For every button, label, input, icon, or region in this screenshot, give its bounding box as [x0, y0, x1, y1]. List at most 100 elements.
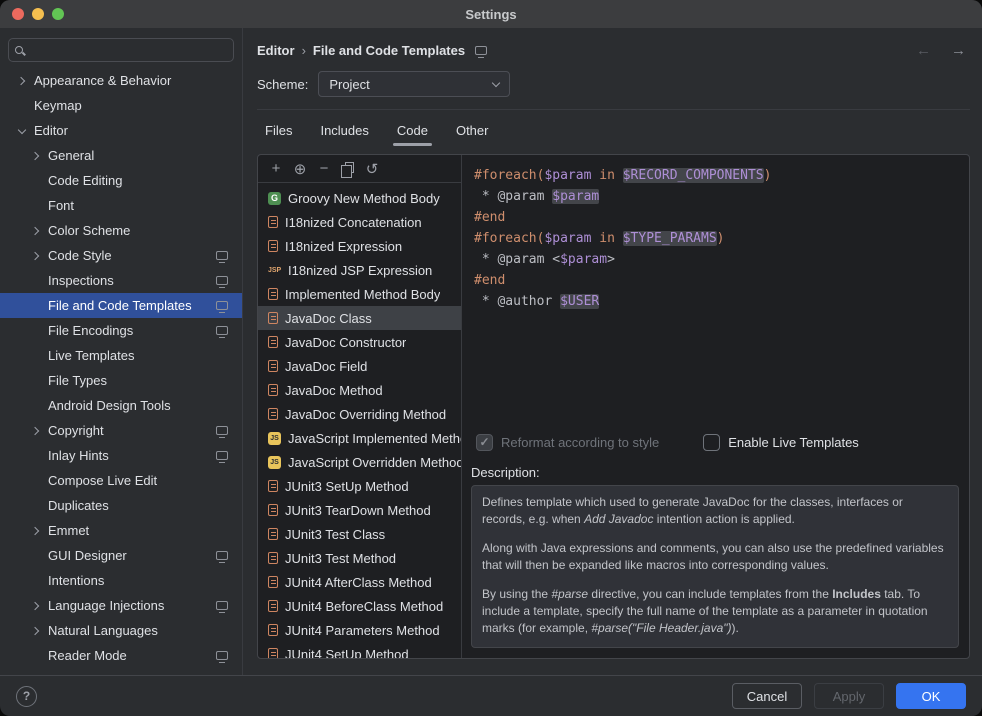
sidebar-item-code-style[interactable]: Code Style: [0, 243, 242, 268]
chevron-right-icon[interactable]: [28, 223, 44, 239]
list-item[interactable]: JavaDoc Method: [258, 378, 461, 402]
chevron-right-icon[interactable]: [14, 73, 30, 89]
description-panel[interactable]: Defines template which used to generate …: [471, 485, 959, 648]
tab-code[interactable]: Code: [395, 116, 430, 145]
sidebar-item-live-templates[interactable]: Live Templates: [0, 343, 242, 368]
sidebar-item-inspections[interactable]: Inspections: [0, 268, 242, 293]
sidebar-item-intentions[interactable]: Intentions: [0, 568, 242, 593]
zoom-window-button[interactable]: [52, 8, 64, 20]
enable-live-templates-checkbox[interactable]: Enable Live Templates: [703, 434, 859, 451]
sidebar-item-copyright[interactable]: Copyright: [0, 418, 242, 443]
template-icon: [268, 336, 278, 348]
ok-button[interactable]: OK: [896, 683, 966, 709]
scheme-row: Scheme: Project: [257, 71, 970, 110]
list-item[interactable]: JavaDoc Field: [258, 354, 461, 378]
list-item[interactable]: JavaDoc Constructor: [258, 330, 461, 354]
settings-search-box[interactable]: [8, 38, 234, 62]
list-item[interactable]: JavaDoc Overriding Method: [258, 402, 461, 426]
chevron-right-icon[interactable]: [28, 148, 44, 164]
template-code-editor[interactable]: #foreach($param in $RECORD_COMPONENTS) *…: [462, 155, 969, 425]
monitor-icon: [475, 46, 487, 55]
breadcrumb-editor[interactable]: Editor: [257, 43, 295, 58]
sidebar-item-compose-live-edit[interactable]: Compose Live Edit: [0, 468, 242, 493]
add-child-template-button[interactable]: ⊕: [288, 158, 312, 180]
scheme-value: Project: [329, 77, 369, 92]
template-list-pane: + ⊕ − ↺ G Groovy New Method Body: [258, 155, 462, 658]
back-icon[interactable]: ←: [916, 42, 931, 59]
template-icon: [268, 528, 278, 540]
sidebar-item-color-scheme[interactable]: Color Scheme: [0, 218, 242, 243]
list-item-javadoc-class[interactable]: JavaDoc Class: [258, 306, 461, 330]
list-item[interactable]: I18nized Concatenation: [258, 210, 461, 234]
template-icon: [268, 240, 278, 252]
list-item[interactable]: G Groovy New Method Body: [258, 186, 461, 210]
sidebar-item-android-design-tools[interactable]: Android Design Tools: [0, 393, 242, 418]
sidebar-item-file-types[interactable]: File Types: [0, 368, 242, 393]
settings-sidebar: Appearance & Behavior Keymap Editor Gene…: [0, 28, 243, 675]
reset-template-button[interactable]: ↺: [360, 158, 384, 180]
sidebar-item-duplicates[interactable]: Duplicates: [0, 493, 242, 518]
scheme-label: Scheme:: [257, 77, 308, 92]
list-item[interactable]: JUnit3 TearDown Method: [258, 498, 461, 522]
sidebar-item-editor[interactable]: Editor: [0, 118, 242, 143]
list-item[interactable]: JUnit3 Test Class: [258, 522, 461, 546]
list-item[interactable]: JUnit3 Test Method: [258, 546, 461, 570]
sidebar-item-label: Editor: [34, 123, 242, 138]
sidebar-item-code-editing[interactable]: Code Editing: [0, 168, 242, 193]
reformat-label: Reformat according to style: [501, 435, 659, 450]
sidebar-item-language-injections[interactable]: Language Injections: [0, 593, 242, 618]
sidebar-item-inlay-hints[interactable]: Inlay Hints: [0, 443, 242, 468]
sidebar-item-file-and-code-templates[interactable]: File and Code Templates: [0, 293, 242, 318]
chevron-right-icon[interactable]: [28, 423, 44, 439]
chevron-right-icon[interactable]: [28, 523, 44, 539]
scheme-select[interactable]: Project: [318, 71, 510, 97]
help-button[interactable]: ?: [16, 686, 37, 707]
tab-files[interactable]: Files: [263, 116, 294, 145]
sidebar-item-font[interactable]: Font: [0, 193, 242, 218]
copy-template-button[interactable]: [336, 158, 360, 180]
list-item[interactable]: JS JavaScript Implemented Method: [258, 426, 461, 450]
sidebar-item-file-encodings[interactable]: File Encodings: [0, 318, 242, 343]
sidebar-item-reader-mode[interactable]: Reader Mode: [0, 643, 242, 668]
chevron-right-icon[interactable]: [28, 623, 44, 639]
template-icon: [268, 288, 278, 300]
chevron-placeholder: [28, 298, 44, 314]
list-item[interactable]: JUnit3 SetUp Method: [258, 474, 461, 498]
sidebar-item-label: Code Style: [48, 248, 208, 263]
sidebar-item-label: Android Design Tools: [48, 398, 242, 413]
list-item[interactable]: I18nized Expression: [258, 234, 461, 258]
list-item[interactable]: JSP I18nized JSP Expression: [258, 258, 461, 282]
settings-search-input[interactable]: [29, 42, 227, 58]
sidebar-item-general[interactable]: General: [0, 143, 242, 168]
chevron-placeholder: [28, 373, 44, 389]
sidebar-item-gui-designer[interactable]: GUI Designer: [0, 543, 242, 568]
close-window-button[interactable]: [12, 8, 24, 20]
list-item[interactable]: JUnit4 AfterClass Method: [258, 570, 461, 594]
description-label: Description:: [462, 459, 969, 485]
chevron-right-icon[interactable]: [28, 598, 44, 614]
apply-button[interactable]: Apply: [814, 683, 884, 709]
chevron-down-icon[interactable]: [14, 123, 30, 139]
tab-other[interactable]: Other: [454, 116, 491, 145]
add-template-button[interactable]: +: [264, 158, 288, 180]
list-item[interactable]: JUnit4 BeforeClass Method: [258, 594, 461, 618]
plus-file-icon: ⊕: [294, 160, 307, 178]
sidebar-item-emmet[interactable]: Emmet: [0, 518, 242, 543]
monitor-icon: [216, 651, 228, 660]
sidebar-item-appearance-behavior[interactable]: Appearance & Behavior: [0, 68, 242, 93]
cancel-button[interactable]: Cancel: [732, 683, 802, 709]
list-item[interactable]: JUnit4 Parameters Method: [258, 618, 461, 642]
remove-template-button[interactable]: −: [312, 158, 336, 180]
forward-icon[interactable]: →: [951, 42, 966, 59]
list-item[interactable]: JUnit4 SetUp Method: [258, 642, 461, 658]
list-item[interactable]: Implemented Method Body: [258, 282, 461, 306]
chevron-right-icon[interactable]: [28, 248, 44, 264]
tab-includes[interactable]: Includes: [318, 116, 370, 145]
minimize-window-button[interactable]: [32, 8, 44, 20]
sidebar-item-keymap[interactable]: Keymap: [0, 93, 242, 118]
reformat-checkbox[interactable]: Reformat according to style: [476, 434, 659, 451]
window-controls: [12, 8, 64, 20]
list-item[interactable]: JS JavaScript Overridden Method: [258, 450, 461, 474]
sidebar-item-label: Color Scheme: [48, 223, 242, 238]
sidebar-item-natural-languages[interactable]: Natural Languages: [0, 618, 242, 643]
